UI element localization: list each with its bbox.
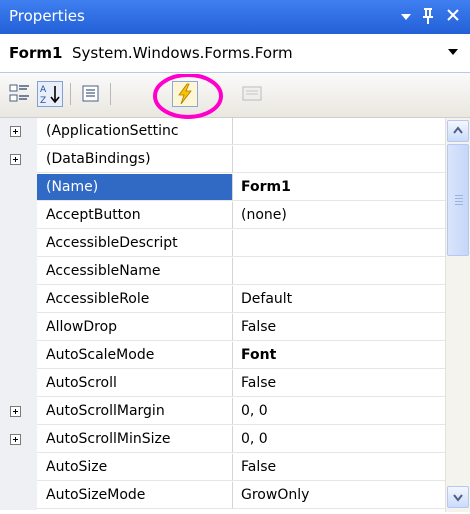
property-value[interactable]: Form1: [233, 174, 445, 201]
svg-text:Z: Z: [40, 96, 46, 106]
grip-line: [455, 195, 463, 196]
property-row[interactable]: AutoScrollMinSize 0, 0: [0, 426, 445, 454]
property-value[interactable]: Font: [233, 342, 445, 369]
property-row[interactable]: AccessibleName: [0, 258, 445, 286]
property-name: AutoScroll: [37, 370, 233, 397]
grip-line: [455, 198, 463, 199]
property-value[interactable]: [233, 258, 445, 285]
property-name: AcceptButton: [37, 202, 233, 229]
toolbar-separator: [110, 83, 111, 105]
property-row[interactable]: AccessibleDescript: [0, 230, 445, 258]
toolbar-separator: [70, 83, 71, 105]
object-name: Form1: [9, 44, 63, 62]
property-row[interactable]: AllowDrop False: [0, 314, 445, 342]
property-name: AccessibleDescript: [37, 230, 233, 257]
expand-icon[interactable]: [10, 126, 21, 137]
properties-titlebar: Properties: [0, 0, 470, 34]
property-value[interactable]: False: [233, 370, 445, 397]
property-name: (DataBindings): [37, 146, 233, 173]
row-gutter: [0, 314, 37, 342]
row-gutter: [0, 342, 37, 370]
property-name: (ApplicationSettinc: [37, 118, 233, 145]
property-name: AccessibleName: [37, 258, 233, 285]
property-pages-icon[interactable]: [239, 81, 265, 107]
property-value[interactable]: [233, 146, 445, 173]
property-row[interactable]: AutoSize False: [0, 454, 445, 482]
properties-icon[interactable]: [78, 81, 104, 107]
property-value[interactable]: (none): [233, 202, 445, 229]
property-grid: (ApplicationSettinc (DataBindings) (Name…: [0, 118, 445, 512]
property-row[interactable]: AutoScroll False: [0, 370, 445, 398]
chevron-up-icon: [453, 126, 463, 134]
chevron-down-icon[interactable]: [447, 47, 459, 60]
row-gutter: [0, 202, 37, 230]
window-title: Properties: [9, 7, 85, 25]
property-row[interactable]: AcceptButton (none): [0, 202, 445, 230]
property-name: AutoScrollMargin: [37, 398, 233, 425]
property-name: AccessibleRole: [37, 286, 233, 313]
categorized-icon[interactable]: [7, 81, 33, 107]
row-gutter: [0, 258, 37, 286]
row-gutter: [0, 118, 37, 146]
scroll-down-button[interactable]: [447, 486, 469, 508]
property-value[interactable]: [233, 230, 445, 257]
object-type: System.Windows.Forms.Form: [72, 44, 293, 62]
alphabetical-icon[interactable]: A Z: [37, 81, 63, 107]
svg-text:A: A: [40, 85, 47, 95]
property-name: AutoSizeMode: [37, 482, 233, 509]
property-row[interactable]: AutoScaleMode Font: [0, 342, 445, 370]
property-value[interactable]: Default: [233, 286, 445, 313]
property-row[interactable]: AccessibleRole Default: [0, 286, 445, 314]
property-value[interactable]: 0, 0: [233, 426, 445, 453]
row-gutter: [0, 230, 37, 258]
property-row[interactable]: (Name) Form1: [0, 174, 445, 202]
chevron-down-icon: [453, 494, 463, 502]
row-gutter: [0, 398, 37, 426]
property-name: AutoScrollMinSize: [37, 426, 233, 453]
property-row[interactable]: (DataBindings): [0, 146, 445, 174]
property-name: (Name): [37, 174, 233, 201]
row-gutter: [0, 146, 37, 174]
dropdown-arrow-icon[interactable]: [399, 5, 413, 33]
property-value[interactable]: False: [233, 314, 445, 341]
highlight-circle: [153, 74, 223, 119]
scroll-up-button[interactable]: [447, 120, 469, 142]
row-gutter: [0, 426, 37, 454]
close-icon[interactable]: [446, 5, 460, 33]
expand-icon[interactable]: [10, 434, 21, 445]
grip-line: [455, 204, 463, 205]
row-gutter: [0, 174, 37, 202]
vertical-scrollbar[interactable]: [445, 118, 470, 512]
expand-icon[interactable]: [10, 406, 21, 417]
row-gutter: [0, 454, 37, 482]
property-row[interactable]: AutoSizeMode GrowOnly: [0, 482, 445, 510]
property-value[interactable]: False: [233, 454, 445, 481]
property-value[interactable]: [233, 118, 445, 145]
expand-icon[interactable]: [10, 154, 21, 165]
object-selector[interactable]: Form1 System.Windows.Forms.Form: [0, 34, 470, 73]
property-value[interactable]: GrowOnly: [233, 482, 445, 509]
grip-line: [455, 201, 463, 202]
property-row[interactable]: (ApplicationSettinc: [0, 118, 445, 146]
row-gutter: [0, 370, 37, 398]
scroll-thumb[interactable]: [447, 144, 469, 256]
properties-toolbar: A Z: [0, 73, 470, 119]
property-name: AllowDrop: [37, 314, 233, 341]
property-name: AutoScaleMode: [37, 342, 233, 369]
row-gutter: [0, 482, 37, 510]
property-row[interactable]: AutoScrollMargin 0, 0: [0, 398, 445, 426]
property-value[interactable]: 0, 0: [233, 398, 445, 425]
row-gutter: [0, 286, 37, 314]
pin-icon[interactable]: [421, 5, 435, 33]
property-name: AutoSize: [37, 454, 233, 481]
